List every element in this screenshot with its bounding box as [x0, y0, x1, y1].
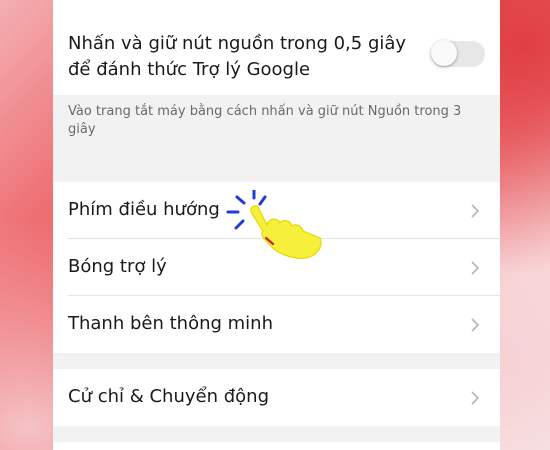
chevron-right-icon — [471, 261, 480, 275]
power-button-toggle-label: Nhấn và giữ nút nguồn trong 0,5 giây để … — [68, 33, 407, 80]
power-button-card: Nhấn và giữ nút nguồn trong 0,5 giây để … — [53, 0, 500, 95]
chevron-right-icon — [471, 318, 480, 332]
settings-item-label: Cử chỉ & Chuyển động — [68, 386, 269, 407]
power-button-hint: Vào trang tắt máy bằng cách nhấn và giữ … — [68, 104, 462, 137]
settings-item-smart-sidebar[interactable]: Thanh bên thông minh — [53, 296, 500, 353]
power-button-toggle[interactable] — [431, 40, 485, 67]
settings-item-label: Bóng trợ lý — [68, 256, 167, 277]
chevron-right-icon — [471, 391, 480, 405]
toggle-knob — [431, 40, 457, 66]
settings-item-gestures-motions[interactable]: Cử chỉ & Chuyển động — [53, 369, 500, 426]
next-card-edge — [53, 442, 500, 450]
chevron-right-icon — [471, 204, 480, 218]
pointing-hand-icon — [226, 190, 322, 259]
settings-item-label: Phím điều hướng — [68, 199, 220, 220]
gesture-card: Cử chỉ & Chuyển động — [53, 369, 500, 426]
settings-item-label: Thanh bên thông minh — [68, 313, 273, 334]
